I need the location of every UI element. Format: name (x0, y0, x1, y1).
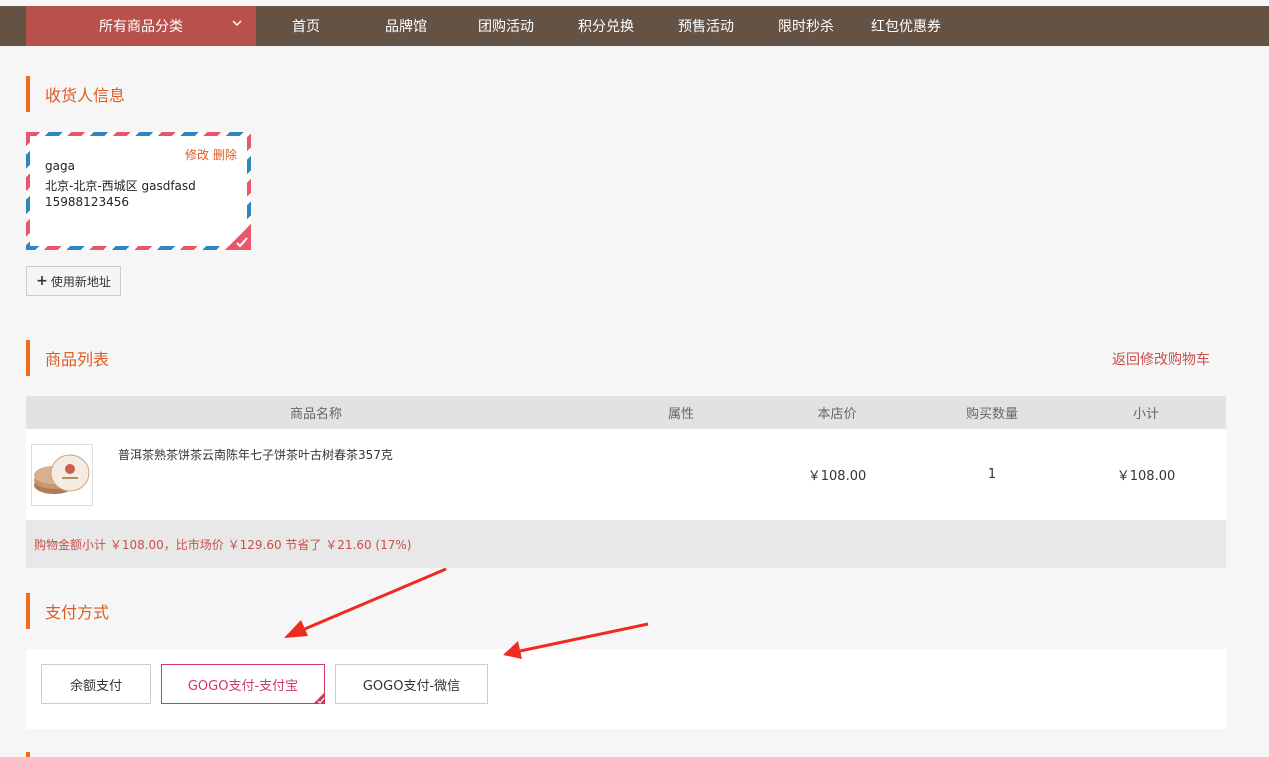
product-name-link[interactable]: 普洱茶熟茶饼茶云南陈年七子饼茶叶古树春茶357克 (118, 446, 393, 463)
payment-section-title: 支付方式 (26, 593, 109, 629)
annotation-arrow-icon (284, 567, 447, 638)
tea-cake-image (32, 445, 92, 505)
selected-check-icon (313, 692, 325, 704)
receiver-name: gaga (45, 159, 75, 173)
payment-option-wechat[interactable]: GOGO支付-微信 (335, 664, 488, 704)
plus-icon: + (36, 273, 48, 289)
top-nav-bar: 所有商品分类 首页 品牌馆 团购活动 积分兑换 预售活动 限时秒杀 红包优惠券 (0, 6, 1269, 46)
nav-item-points-exchange[interactable]: 积分兑换 (556, 6, 656, 46)
column-header-price: 本店价 (817, 407, 857, 422)
nav-item-presale[interactable]: 预售活动 (656, 6, 756, 46)
nav-item-flash-sale[interactable]: 限时秒杀 (756, 6, 856, 46)
column-header-qty: 购买数量 (965, 407, 1018, 422)
all-categories-label: 所有商品分类 (99, 19, 183, 35)
delete-address-link[interactable]: 删除 (213, 148, 237, 162)
selected-check-icon (225, 224, 251, 250)
annotation-arrows (284, 567, 649, 659)
column-header-subtotal: 小计 (1132, 407, 1159, 422)
payment-option-label: GOGO支付-支付宝 (187, 678, 299, 694)
nav-item-brands[interactable]: 品牌馆 (356, 6, 456, 46)
nav-item-home[interactable]: 首页 (256, 6, 356, 46)
chevron-down-icon (232, 20, 242, 26)
column-header-name: 商品名称 (289, 407, 342, 422)
column-header-attr: 属性 (667, 407, 694, 422)
receiver-address: 北京-北京-西城区 gasdfasd (45, 179, 196, 193)
payment-option-label: GOGO支付-微信 (362, 678, 461, 694)
nav-item-coupons[interactable]: 红包优惠券 (856, 6, 956, 46)
product-qty: 1 (987, 467, 997, 482)
receiver-phone: 15988123456 (45, 195, 129, 209)
product-thumbnail[interactable] (31, 444, 93, 506)
table-row: 普洱茶熟茶饼茶云南陈年七子饼茶叶古树春茶357克 ￥108.00 1 ￥108.… (26, 429, 1226, 520)
edit-address-link[interactable]: 修改 (185, 148, 209, 162)
next-section-marker (26, 752, 30, 757)
use-new-address-button[interactable]: + 使用新地址 (26, 266, 121, 296)
address-actions: 修改 删除 (181, 146, 237, 163)
order-summary: 购物金额小计 ￥108.00，比市场价 ￥129.60 节省了 ￥21.60 (… (26, 520, 1226, 568)
payment-option-balance[interactable]: 余额支付 (41, 664, 151, 704)
nav-item-group-buy[interactable]: 团购活动 (456, 6, 556, 46)
goods-table-header: 商品名称 属性 本店价 购买数量 小计 (26, 396, 1226, 429)
product-price: ￥108.00 (807, 469, 867, 484)
payment-options-panel: 余额支付 GOGO支付-支付宝 GOGO支付-微信 (26, 649, 1226, 729)
back-to-cart-link[interactable]: 返回修改购物车 (1112, 349, 1210, 369)
product-attr (606, 429, 756, 520)
address-card[interactable]: 修改 删除 gaga 北京-北京-西城区 gasdfasd 15988123456 (26, 132, 251, 250)
all-categories-button[interactable]: 所有商品分类 (26, 6, 256, 46)
goods-section-title: 商品列表 (26, 340, 109, 376)
product-subtotal: ￥108.00 (1116, 469, 1176, 484)
use-new-address-label: 使用新地址 (50, 274, 111, 289)
receiver-section-title: 收货人信息 (26, 76, 125, 112)
payment-option-alipay[interactable]: GOGO支付-支付宝 (161, 664, 325, 704)
payment-option-label: 余额支付 (69, 678, 122, 694)
